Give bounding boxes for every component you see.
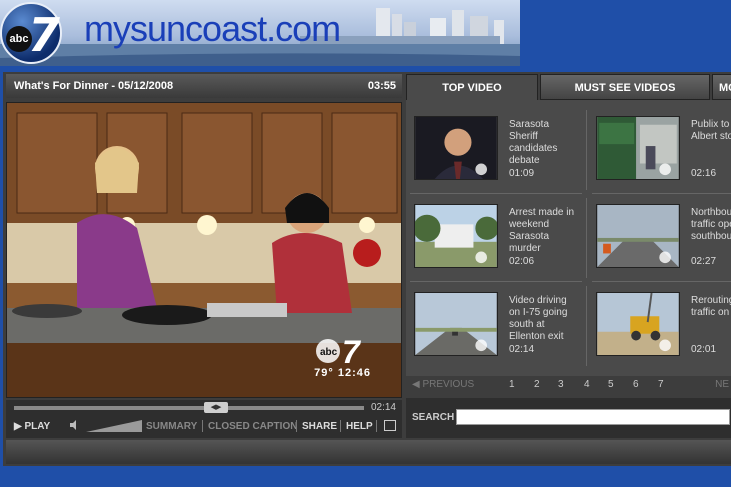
video-item[interactable]: Northbou 75 traffic opens to southbou 02… <box>588 194 731 280</box>
video-caption[interactable]: Video driving on I-75 going south at Ell… <box>509 295 579 343</box>
tab-top-video[interactable]: TOP VIDEO <box>406 74 538 100</box>
video-item[interactable]: Rerouting traffic on 02:01 <box>588 282 731 368</box>
video-duration: 03:55 <box>367 80 396 92</box>
video-thumbnail[interactable] <box>414 116 498 180</box>
page-link[interactable]: 7 <box>658 379 664 390</box>
video-caption[interactable]: Arrest made in weekend Sarasota murder <box>509 207 579 255</box>
page-link[interactable]: 1 <box>509 379 515 390</box>
progress-bar[interactable]: ◀▶ <box>14 402 364 413</box>
abc7-bug-icon: abc 7 <box>316 334 362 367</box>
video-duration: 02:27 <box>691 256 717 267</box>
video-thumbnail[interactable] <box>596 116 680 180</box>
player-controls: ◀▶ 02:14 ▶ PLAY SUMMARY CLOSED CAPTION S… <box>6 400 402 438</box>
video-player-panel: What's For Dinner - 05/12/2008 03:55 abc… <box>3 72 731 466</box>
video-thumbnail[interactable] <box>414 292 498 356</box>
control-row: ▶ PLAY SUMMARY CLOSED CAPTION SHARE HELP <box>6 418 402 436</box>
tab-must-see-videos[interactable]: MUST SEE VIDEOS <box>540 74 710 100</box>
video-duration: 02:01 <box>691 344 717 355</box>
svg-text:abc: abc <box>320 347 338 358</box>
scrub-handle[interactable]: ◀▶ <box>204 402 228 413</box>
play-button[interactable]: ▶ PLAY <box>14 421 50 432</box>
page-link[interactable]: 5 <box>608 379 614 390</box>
search-bar: SEARCH <box>406 398 731 438</box>
video-item[interactable]: Arrest made in weekend Sarasota murder 0… <box>406 194 580 280</box>
abc7-logo: abc 7 <box>0 2 62 64</box>
brand-rest: suncoast.com <box>130 8 341 49</box>
divider <box>376 420 377 432</box>
video-caption[interactable]: Publix to 49 Albert stores <box>691 119 731 143</box>
video-caption[interactable]: Rerouting traffic on <box>691 295 731 319</box>
speaker-icon[interactable] <box>70 420 80 430</box>
search-label: SEARCH <box>412 412 455 423</box>
footer-bar <box>6 440 731 464</box>
next-button[interactable]: NE <box>715 379 729 390</box>
video-duration: 02:16 <box>691 168 717 179</box>
play-label: PLAY <box>24 421 51 432</box>
previous-button[interactable]: ◀ PREVIOUS <box>412 379 474 390</box>
video-caption[interactable]: Sarasota Sheriff candidates debate <box>509 119 579 167</box>
site-banner[interactable]: abc 7 mysuncoast.com <box>0 0 520 66</box>
svg-text:7: 7 <box>342 334 362 367</box>
divider <box>586 198 587 278</box>
search-input[interactable] <box>456 409 730 425</box>
page-link[interactable]: 6 <box>633 379 639 390</box>
video-duration: 02:14 <box>509 344 535 355</box>
logo-channel: 7 <box>28 8 61 62</box>
video-thumbnail[interactable] <box>596 292 680 356</box>
divider <box>202 420 203 432</box>
video-grid: Sarasota Sheriff candidates debate 01:09… <box>406 100 731 376</box>
video-thumbnail[interactable] <box>596 204 680 268</box>
site-brand[interactable]: mysuncoast.com <box>84 8 341 50</box>
video-thumbnail[interactable] <box>414 204 498 268</box>
brand-my: my <box>84 8 131 49</box>
summary-button[interactable]: SUMMARY <box>146 421 197 432</box>
tab-more[interactable]: MO <box>712 74 731 100</box>
video-duration: 02:06 <box>509 256 535 267</box>
video-item[interactable]: Publix to 49 Albert stores 02:16 <box>588 106 731 192</box>
video-tabs: TOP VIDEO MUST SEE VIDEOS MO <box>406 74 731 100</box>
divider <box>586 286 587 366</box>
page-link[interactable]: 4 <box>584 379 590 390</box>
share-button[interactable]: SHARE <box>302 421 337 432</box>
video-item[interactable]: Sarasota Sheriff candidates debate 01:09 <box>406 106 580 192</box>
divider <box>586 110 587 190</box>
video-duration: 01:09 <box>509 168 535 179</box>
current-time: 02:14 <box>370 402 396 413</box>
station-bug: abc 7 79° 12:46 <box>314 334 371 379</box>
page-link[interactable]: 2 <box>534 379 540 390</box>
bug-time: 79° 12:46 <box>314 367 371 379</box>
volume-slider[interactable] <box>86 420 142 432</box>
page-link[interactable]: 3 <box>558 379 564 390</box>
pagination: ◀ PREVIOUS 1 2 3 4 5 6 7 NE <box>406 376 731 394</box>
divider <box>340 420 341 432</box>
video-caption[interactable]: Northbou 75 traffic opens to southbou <box>691 207 731 243</box>
video-frame[interactable]: abc 7 79° 12:46 <box>6 102 402 398</box>
divider <box>296 420 297 432</box>
closed-caption-button[interactable]: CLOSED CAPTION <box>208 421 297 432</box>
help-button[interactable]: HELP <box>346 421 373 432</box>
fullscreen-icon[interactable] <box>384 420 396 431</box>
video-title: What's For Dinner - 05/12/2008 <box>14 80 174 92</box>
video-header: What's For Dinner - 05/12/2008 03:55 <box>6 74 402 98</box>
video-item[interactable]: Video driving on I-75 going south at Ell… <box>406 282 580 368</box>
